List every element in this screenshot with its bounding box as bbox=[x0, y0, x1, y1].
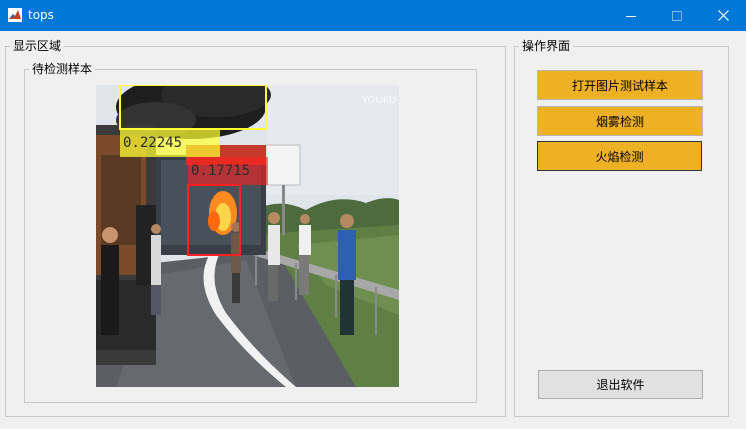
maximize-button[interactable] bbox=[654, 0, 700, 31]
fire-score-label: 0.17715 bbox=[191, 163, 251, 179]
open-test-image-button[interactable]: 打开图片测试样本 bbox=[537, 70, 703, 100]
window-title: tops bbox=[28, 8, 54, 22]
display-area-title: 显示区域 bbox=[10, 38, 65, 54]
operation-panel: 操作界面 bbox=[514, 38, 729, 417]
minimize-button[interactable] bbox=[608, 0, 654, 31]
sample-panel-title: 待检测样本 bbox=[29, 61, 96, 77]
exit-software-button[interactable]: 退出软件 bbox=[538, 370, 703, 399]
sample-image: YOUKU 0.22245 0.17715 bbox=[96, 85, 399, 387]
smoke-detect-button[interactable]: 烟雾检测 bbox=[537, 106, 703, 136]
sample-image-scene: YOUKU bbox=[96, 85, 399, 387]
matlab-icon bbox=[8, 8, 22, 22]
close-button[interactable] bbox=[700, 0, 746, 31]
minimize-icon bbox=[626, 15, 636, 17]
close-icon bbox=[717, 10, 729, 21]
smoke-score-label: 0.22245 bbox=[123, 135, 183, 151]
maximize-icon bbox=[672, 10, 682, 21]
video-watermark: YOUKU bbox=[361, 95, 396, 106]
operation-panel-title: 操作界面 bbox=[519, 38, 574, 54]
title-bar: tops bbox=[0, 0, 746, 31]
fire-detect-button[interactable]: 火焰检测 bbox=[537, 141, 702, 171]
